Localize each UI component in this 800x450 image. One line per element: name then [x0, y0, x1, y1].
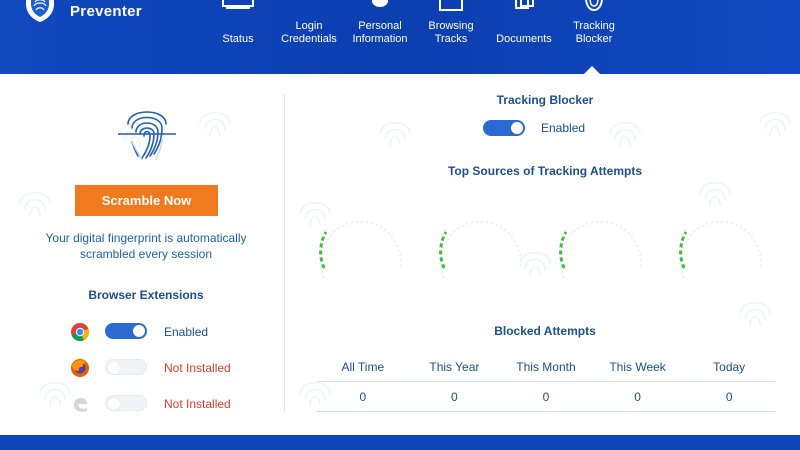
tracking-source-gauge-3	[559, 220, 642, 279]
value-today: 0	[725, 389, 733, 404]
shield-logo-icon	[26, 0, 54, 22]
value-this-week: 0	[634, 389, 641, 404]
nav-documents[interactable]: Documents	[492, 0, 556, 74]
nav-label-login-credentials: Login Credentials	[281, 20, 337, 45]
nav-label-browsing-tracks: Browsing Tracks	[428, 20, 474, 45]
extension-row-chrome: Enabled	[70, 322, 290, 342]
footer-bar	[0, 435, 800, 450]
header-today: Today	[713, 359, 746, 374]
value-this-month: 0	[542, 389, 550, 404]
documents-icon	[515, 0, 534, 9]
header-all-time: All Time	[341, 359, 385, 374]
nav-label-personal-information: Personal Information	[352, 20, 408, 45]
edge-icon	[74, 397, 87, 412]
tracking-source-gauge-4	[679, 220, 762, 279]
chrome-extension-status: Enabled	[164, 325, 209, 339]
blocked-attempts-values-row: 0 0 0 0 0	[317, 382, 775, 412]
header: Preventer Status Login Credentials Perso…	[0, 0, 800, 74]
active-tab-pointer	[584, 66, 600, 74]
toggle-knob	[108, 362, 120, 374]
tracking-source-gauge-1	[319, 220, 402, 279]
toggle-knob	[108, 398, 120, 410]
browser-extensions-title: Browser Extensions	[88, 288, 204, 302]
header-this-week: This Week	[609, 359, 666, 374]
scramble-now-button[interactable]: Scramble Now	[75, 185, 218, 216]
firefox-extension-status: Not Installed	[164, 361, 231, 375]
monitor-icon	[222, 0, 254, 9]
top-sources-title: Top Sources of Tracking Attempts	[447, 164, 643, 178]
fingerprint-note: Your digital fingerprint is automaticall…	[45, 231, 247, 261]
chrome-extension-toggle[interactable]	[105, 323, 147, 339]
tracking-blocker-toggle[interactable]	[483, 120, 525, 136]
value-all-time: 0	[359, 389, 367, 404]
blocked-attempts-header-row: All Time This Year This Month This Week …	[317, 352, 775, 382]
brand-name: Preventer	[70, 3, 142, 20]
nav-label-tracking-blocker: Tracking Blocker	[573, 20, 615, 45]
chrome-icon	[71, 323, 90, 342]
tracking-blocker-status: Enabled	[541, 121, 586, 135]
nav-personal-information[interactable]: Personal Information	[346, 0, 414, 74]
toggle-knob	[133, 325, 145, 337]
nav-label-status: Status	[222, 33, 254, 45]
nav-browsing-tracks[interactable]: Browsing Tracks	[424, 0, 478, 74]
firefox-icon	[71, 359, 89, 377]
nav-login-credentials[interactable]: Login Credentials	[276, 0, 342, 74]
blocked-attempts-table: All Time This Year This Month This Week …	[317, 352, 775, 412]
edge-extension-status: Not Installed	[164, 397, 231, 411]
browser-icon	[439, 0, 463, 11]
value-this-year: 0	[451, 389, 458, 404]
firefox-extension-toggle[interactable]	[105, 359, 147, 375]
fingerprint-icon	[118, 111, 176, 160]
main-panel: Scramble Now Your digital fingerprint is…	[0, 74, 800, 435]
toggle-knob	[511, 122, 523, 134]
extension-row-edge: Not Installed	[70, 394, 290, 414]
person-icon	[372, 0, 388, 7]
nav-label-documents: Documents	[496, 33, 552, 45]
header-this-month: This Month	[516, 359, 576, 374]
tracking-blocker-title: Tracking Blocker	[496, 93, 594, 107]
header-this-year: This Year	[429, 359, 480, 374]
edge-extension-toggle[interactable]	[105, 395, 147, 411]
extension-row-firefox: Not Installed	[70, 358, 290, 378]
nav-tracking-blocker[interactable]: Tracking Blocker	[566, 0, 622, 74]
tracking-source-gauge-2	[439, 220, 522, 279]
tracking-icon	[585, 0, 603, 12]
blocked-attempts-title: Blocked Attempts	[494, 324, 596, 338]
nav-status[interactable]: Status	[213, 0, 263, 74]
